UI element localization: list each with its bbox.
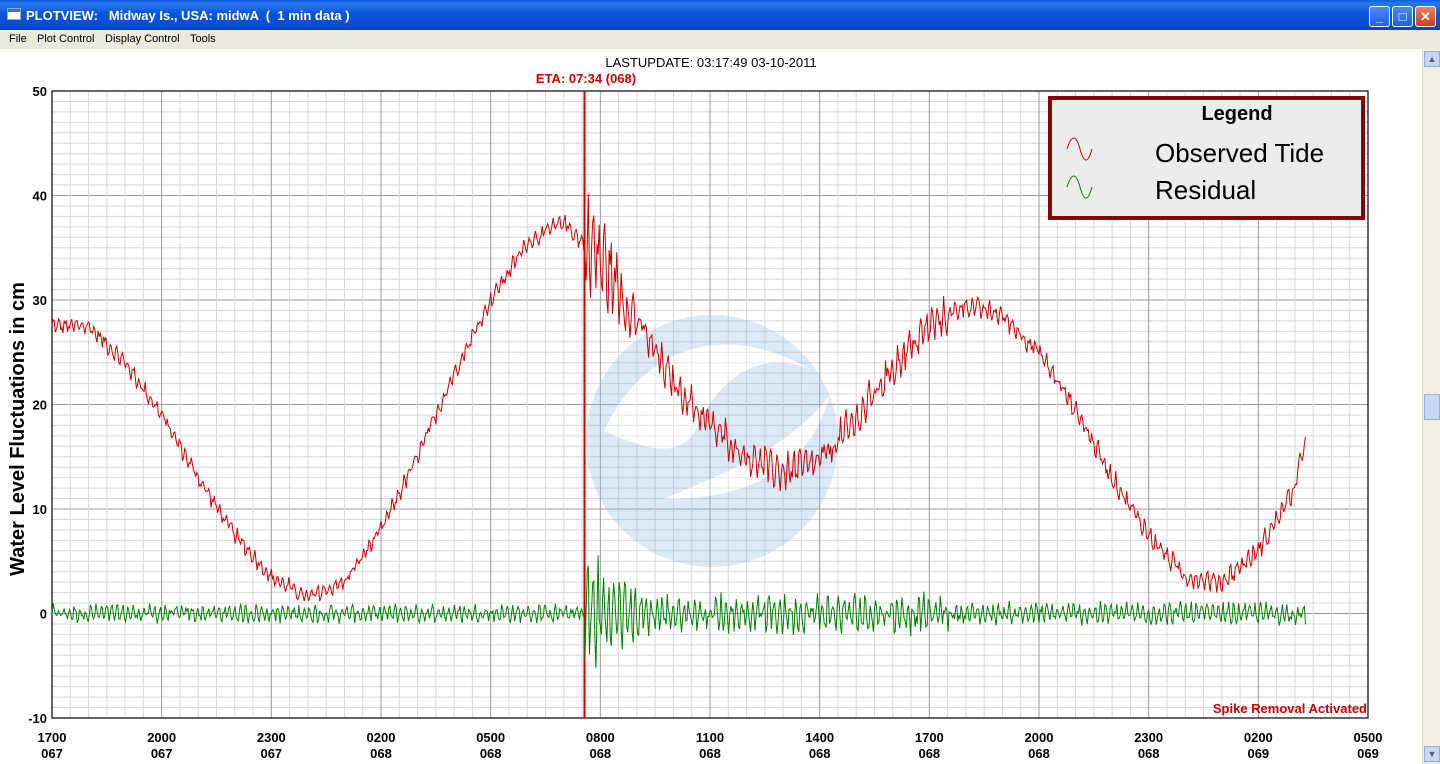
x-tick-time: 2000 (147, 730, 176, 745)
x-tick-day: 069 (1247, 746, 1269, 761)
app-window-icon (7, 8, 21, 20)
y-axis-ticks: 50 40 30 20 10 0 -10 (28, 84, 47, 726)
chart-title: LASTUPDATE: 03:17:49 03-10-2011 (605, 55, 816, 70)
x-tick-day: 069 (1357, 746, 1379, 761)
spike-removal-annotation: Spike Removal Activated (1213, 701, 1367, 716)
y-tick-label: 30 (33, 293, 47, 308)
x-tick-time: 0500 (476, 730, 505, 745)
menu-file[interactable]: File (9, 33, 27, 45)
residual-line (51, 555, 1306, 669)
menu-plot-control[interactable]: Plot Control (37, 33, 94, 45)
y-tick-label: 0 (40, 607, 47, 622)
x-tick-day: 067 (151, 746, 173, 761)
x-tick-time: 1700 (38, 730, 67, 745)
x-tick-time: 1100 (696, 730, 724, 745)
x-tick-day: 068 (480, 746, 502, 761)
legend-entry-residual: Residual (1155, 175, 1256, 205)
y-tick-label: 10 (33, 502, 47, 517)
scroll-up-icon[interactable]: ▲ (1424, 51, 1440, 67)
window-title: PLOTVIEW: Midway Is., USA: midwA ( 1 min… (26, 8, 350, 23)
tide-chart: LASTUPDATE: 03:17:49 03-10-2011 ETA: 07:… (7, 55, 1383, 761)
y-axis-label: Water Level Fluctuations in cm (7, 282, 29, 576)
maximize-button[interactable]: □ (1392, 6, 1413, 27)
eta-label: ETA: 07:34 (068) (536, 71, 636, 86)
x-tick-time: 0200 (1244, 730, 1273, 745)
x-axis-ticks: 1700067200006723000670200068050006808000… (38, 730, 1383, 761)
vertical-scrollbar[interactable]: ▲ ▼ (1422, 49, 1440, 764)
y-tick-label: 40 (33, 189, 47, 204)
x-tick-time: 0200 (367, 730, 396, 745)
x-tick-day: 067 (260, 746, 282, 761)
y-tick-label: 50 (33, 84, 47, 99)
title-bar: PLOTVIEW: Midway Is., USA: midwA ( 1 min… (0, 0, 1440, 30)
legend-title: Legend (1201, 103, 1272, 125)
x-tick-day: 068 (370, 746, 392, 761)
x-tick-time: 0500 (1354, 730, 1383, 745)
x-tick-time: 1700 (915, 730, 944, 745)
x-tick-day: 067 (41, 746, 63, 761)
legend-entry-observed-tide: Observed Tide (1155, 138, 1324, 168)
x-tick-day: 068 (699, 746, 721, 761)
x-tick-time: 1400 (805, 730, 834, 745)
x-tick-day: 068 (1028, 746, 1050, 761)
y-tick-label: -10 (28, 711, 47, 726)
y-tick-label: 20 (33, 398, 47, 413)
legend-box: Legend Observed Tide Residual (1048, 96, 1365, 220)
scroll-down-icon[interactable]: ▼ (1424, 746, 1440, 762)
x-tick-time: 2300 (1134, 730, 1163, 745)
x-tick-time: 2000 (1025, 730, 1054, 745)
x-tick-time: 0800 (586, 730, 615, 745)
scroll-thumb[interactable] (1424, 394, 1440, 420)
x-tick-day: 068 (809, 746, 831, 761)
menu-bar: File Plot Control Display Control Tools (0, 30, 1440, 49)
close-button[interactable]: ✕ (1415, 6, 1436, 27)
menu-tools[interactable]: Tools (190, 33, 216, 45)
x-tick-day: 068 (589, 746, 611, 761)
x-tick-time: 2300 (257, 730, 286, 745)
x-tick-day: 068 (918, 746, 940, 761)
minimize-button[interactable]: _ (1369, 6, 1390, 27)
noaa-logo-watermark (586, 315, 838, 567)
x-tick-day: 068 (1138, 746, 1160, 761)
menu-display-control[interactable]: Display Control (105, 33, 180, 45)
